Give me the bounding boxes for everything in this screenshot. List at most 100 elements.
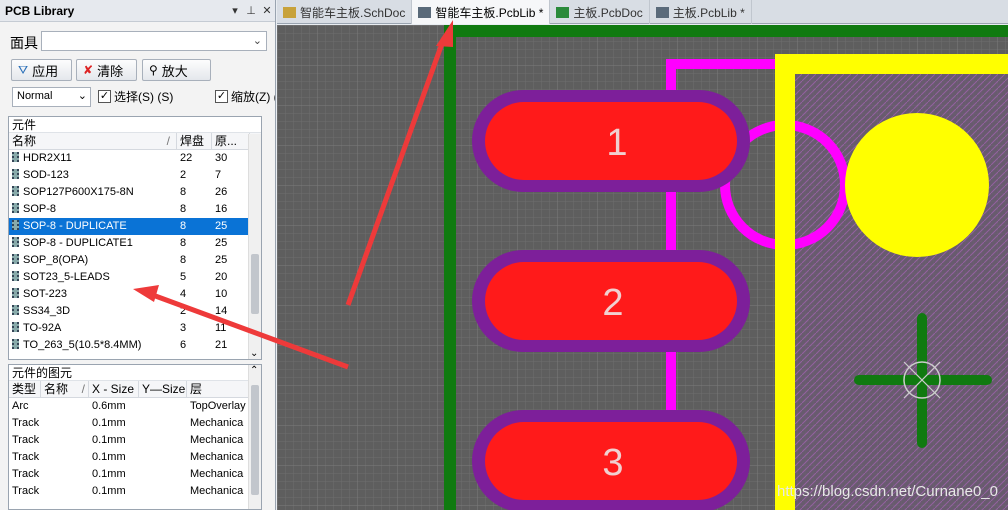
col-pads-header[interactable]: 焊盘	[177, 133, 212, 149]
component-row[interactable]: SS34_3D 2 14	[9, 303, 261, 320]
checkbox-box[interactable]: ✓	[215, 90, 228, 103]
col-prims-header[interactable]: 原...	[212, 133, 250, 149]
component-pads: 2	[180, 305, 187, 317]
scrollbar-thumb[interactable]	[251, 385, 259, 495]
component-row[interactable]: SOT23_5-LEADS 5 20	[9, 269, 261, 286]
primitive-row[interactable]: Track 0.1mm Mechanica	[9, 415, 261, 432]
pad-2[interactable]: 2	[472, 250, 750, 352]
component-row[interactable]: SOD-123 2 7	[9, 167, 261, 184]
prim-layer: Mechanica	[190, 434, 244, 446]
mask-combobox[interactable]: ⌄	[41, 31, 267, 51]
scrollbar-thumb[interactable]	[251, 254, 259, 314]
component-pads: 22	[180, 152, 193, 164]
components-scrollbar[interactable]: ⌄	[248, 134, 261, 359]
component-row[interactable]: SOP-8 - DUPLICATE 8 25	[9, 218, 261, 235]
pad-3[interactable]: 3	[472, 410, 750, 510]
chip-icon	[12, 203, 19, 213]
component-row[interactable]: SOP_8(OPA) 8 25	[9, 252, 261, 269]
primitives-scrollbar[interactable]: ⌃	[248, 365, 261, 509]
select-checkbox[interactable]: ✓ 选择(S) (S)	[98, 88, 173, 105]
component-row[interactable]: TO-92A 3 11	[9, 320, 261, 337]
primitive-row[interactable]: Track 0.1mm Mechanica	[9, 432, 261, 449]
panel-pin-icon[interactable]: ⊥	[243, 4, 259, 17]
primitives-group-title: 元件的图元	[9, 365, 261, 381]
component-name: SOD-123	[9, 167, 177, 184]
primitive-row[interactable]: Track 0.1mm Mechanica	[9, 466, 261, 483]
panel-title: PCB Library	[5, 3, 75, 18]
prim-name	[41, 449, 89, 466]
zoom-label: 放大	[161, 63, 188, 79]
component-name-text: TO-92A	[23, 322, 62, 334]
component-prims: 16	[215, 203, 228, 215]
zoom-button[interactable]: ⚲ 放大	[142, 59, 211, 81]
primitive-row[interactable]: Arc 0.6mm TopOverlay	[9, 398, 261, 415]
mask-label: 面具	[10, 35, 38, 51]
chip-icon	[12, 220, 19, 230]
component-pads: 8	[180, 254, 187, 266]
pcb-library-panel: PCB Library ▾ ⊥ ✕ 面具 ⌄ ⛛ 应用 ✘ 清除 ⚲ 放大 Norma…	[0, 0, 276, 510]
chip-icon	[12, 186, 19, 196]
pad-number: 1	[606, 122, 627, 164]
component-prims: 14	[215, 305, 228, 317]
prim-type: Track	[12, 434, 40, 446]
prim-ysize	[139, 449, 187, 466]
component-row[interactable]: SOP-8 - DUPLICATE1 8 25	[9, 235, 261, 252]
component-pads: 3	[180, 322, 187, 334]
prim-name	[41, 483, 89, 500]
prim-ysize	[139, 483, 187, 500]
pad-1[interactable]: 1	[472, 90, 750, 192]
scroll-down-icon[interactable]: ⌄	[250, 348, 258, 359]
primitive-row[interactable]: Track 0.1mm Mechanica	[9, 449, 261, 466]
checkbox-box[interactable]: ✓	[98, 90, 111, 103]
component-prims: 20	[215, 271, 228, 283]
mode-select[interactable]: Normal ⌄	[12, 87, 91, 107]
clear-button[interactable]: ✘ 清除	[76, 59, 137, 81]
prim-xsize: 0.1mm	[92, 451, 126, 463]
chip-icon	[12, 322, 19, 332]
component-prims: 21	[215, 339, 228, 351]
tab-label: 智能车主板.SchDoc	[300, 5, 406, 20]
component-name-text: TO_263_5(10.5*8.4MM)	[23, 339, 142, 351]
tab-document[interactable]: 智能车主板.SchDoc	[277, 0, 413, 24]
prim-layer: Mechanica	[190, 417, 244, 429]
primitive-row[interactable]: Track 0.1mm Mechanica	[9, 483, 261, 500]
tab-document[interactable]: 主板.PcbLib *	[650, 0, 752, 24]
scroll-up-icon[interactable]: ⌃	[250, 365, 258, 376]
pcb-footprint-view[interactable]: 1 2 3	[277, 25, 1008, 510]
component-pads: 2	[180, 169, 187, 181]
col-ysize-header[interactable]: Y—Size	[139, 381, 187, 397]
component-prims: 25	[215, 254, 228, 266]
component-name-text: SOT-223	[23, 288, 68, 300]
col-name-header[interactable]: 名称 /	[9, 133, 177, 149]
col-xsize-header[interactable]: X - Size	[89, 381, 139, 397]
tab-document[interactable]: 主板.PcbDoc	[550, 0, 650, 24]
zoom-checkbox[interactable]: ✓缩放(Z) (Z)	[215, 88, 275, 105]
prim-ysize	[139, 398, 187, 415]
col-type-header[interactable]: 类型	[9, 381, 41, 397]
magnifier-icon: ⚲	[149, 63, 158, 77]
apply-button[interactable]: ⛛ 应用	[11, 59, 72, 81]
document-tabs: 智能车主板.SchDoc 智能车主板.PcbLib * 主板.PcbDoc 主板.Pc…	[277, 0, 1008, 24]
document-icon	[418, 6, 432, 18]
component-row[interactable]: SOP-8 8 16	[9, 201, 261, 218]
component-row[interactable]: SOT-223 4 10	[9, 286, 261, 303]
primitives-group: 元件的图元 类型 名称 / X - Size Y—Size 层 Arc 0.6mm T…	[8, 364, 262, 510]
chip-icon	[12, 271, 19, 281]
document-icon	[283, 6, 296, 18]
component-name: SOT-223	[9, 286, 177, 303]
col-name-label: 名称	[44, 382, 69, 396]
col-layer-header[interactable]: 层	[187, 381, 251, 397]
sort-icon: /	[166, 134, 170, 148]
prim-xsize: 0.1mm	[92, 417, 126, 429]
component-row[interactable]: TO_263_5(10.5*8.4MM) 6 21	[9, 337, 261, 354]
prim-type: Track	[12, 485, 40, 497]
col-name-header[interactable]: 名称 /	[41, 381, 89, 397]
pcb-editor-canvas[interactable]: 1 2 3 https://blog.csdn.net/Curnane0_0	[277, 25, 1008, 510]
component-row[interactable]: HDR2X11 22 30	[9, 150, 261, 167]
chip-icon	[12, 288, 19, 298]
prim-name	[41, 432, 89, 449]
tab-document[interactable]: 智能车主板.PcbLib *	[412, 0, 551, 24]
panel-menu-icon[interactable]: ▾	[227, 4, 243, 17]
panel-close-icon[interactable]: ✕	[259, 4, 275, 17]
component-row[interactable]: SOP127P600X175-8N 8 26	[9, 184, 261, 201]
